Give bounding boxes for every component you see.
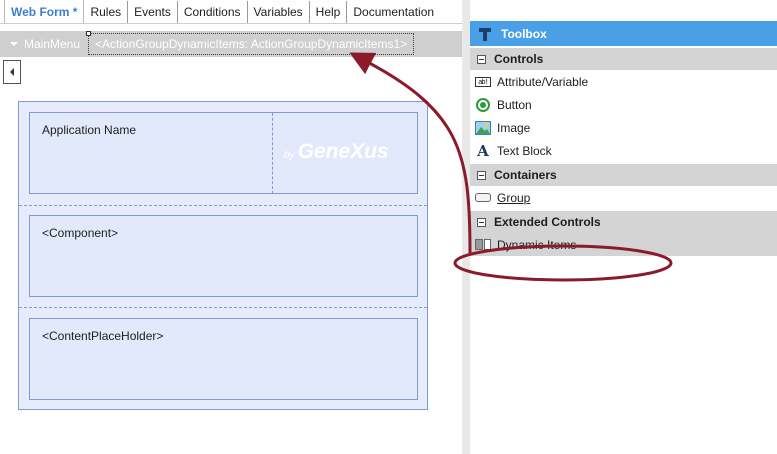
tab-events[interactable]: Events (128, 1, 178, 23)
component-placeholder-text[interactable]: <Component> (42, 226, 118, 240)
attribute-variable-icon: ab! (475, 74, 491, 90)
selection-handle[interactable] (86, 31, 92, 36)
toolbox-panel: Toolbox Controls ab! Attribute/Variable … (470, 21, 777, 454)
hammer-icon (479, 27, 491, 41)
image-icon (475, 120, 491, 136)
tab-help[interactable]: Help (310, 1, 348, 23)
section-extended-controls[interactable]: Extended Controls (470, 211, 777, 233)
row-divider (19, 205, 427, 206)
collapse-icon[interactable] (477, 170, 486, 180)
tab-rules[interactable]: Rules (84, 1, 129, 23)
application-name-text[interactable]: Application Name (42, 123, 136, 137)
component-cell[interactable]: <Component> (29, 215, 418, 297)
panel-splitter[interactable] (462, 0, 470, 454)
logo-name-text: GeneXus (297, 140, 389, 163)
form-layout-table[interactable]: Application Name by GeneXus <Component> <… (18, 101, 428, 410)
toolbox-title: Toolbox (501, 26, 547, 41)
tab-web-form[interactable]: Web Form * (4, 0, 85, 23)
group-icon (475, 190, 491, 206)
main-menu-label: MainMenu (24, 37, 81, 51)
section-controls[interactable]: Controls (470, 48, 777, 70)
button-icon (475, 97, 491, 113)
action-group-label: <ActionGroupDynamicItems: ActionGroupDyn… (95, 37, 408, 51)
web-form-designer: Web Form * Rules Events Conditions Varia… (0, 0, 462, 454)
section-label: Controls (494, 52, 544, 66)
text-block-icon: A (477, 141, 489, 160)
logo-by-text: by (284, 150, 295, 161)
toolbox-item-group[interactable]: Group (470, 186, 777, 209)
collapse-icon[interactable] (477, 217, 486, 227)
item-label: Text Block (497, 143, 552, 158)
section-label: Containers (494, 168, 557, 182)
editor-tab-strip: Web Form * Rules Events Conditions Varia… (0, 0, 462, 24)
toolbox-item-attribute-variable[interactable]: ab! Attribute/Variable (470, 70, 777, 93)
genexus-logo[interactable]: by GeneXus (284, 140, 389, 164)
tab-documentation[interactable]: Documentation (347, 1, 440, 23)
action-group-control[interactable]: <ActionGroupDynamicItems: ActionGroupDyn… (86, 31, 415, 55)
chevron-down-icon (10, 42, 18, 46)
chevron-left-icon (10, 68, 14, 76)
content-placeholder-text[interactable]: <ContentPlaceHolder> (42, 329, 163, 343)
dynamic-items-icon (475, 237, 491, 253)
section-containers[interactable]: Containers (470, 164, 777, 186)
section-label: Extended Controls (494, 215, 601, 229)
toolbox-item-image[interactable]: Image (470, 116, 777, 139)
item-label: Dynamic Items (497, 237, 577, 252)
main-menu-button[interactable]: MainMenu (0, 31, 88, 57)
toolbox-item-dynamic-items[interactable]: Dynamic Items (470, 233, 777, 256)
collapse-panel-button[interactable] (3, 60, 21, 84)
row-divider (19, 307, 427, 308)
tab-conditions[interactable]: Conditions (178, 1, 248, 23)
toolbox-item-button[interactable]: Button (470, 93, 777, 116)
header-cell[interactable]: Application Name by GeneXus (29, 112, 418, 194)
menu-bar: MainMenu <ActionGroupDynamicItems: Actio… (0, 31, 462, 57)
tab-variables[interactable]: Variables (248, 1, 310, 23)
item-label: Button (497, 97, 532, 112)
collapse-icon[interactable] (477, 54, 486, 64)
toolbox-item-text-block[interactable]: A Text Block (470, 139, 777, 162)
item-label: Group (497, 190, 531, 205)
item-label: Attribute/Variable (497, 74, 589, 89)
item-label: Image (497, 120, 531, 135)
column-divider (272, 113, 273, 194)
content-placeholder-cell[interactable]: <ContentPlaceHolder> (29, 318, 418, 400)
toolbox-header: Toolbox (470, 21, 777, 46)
